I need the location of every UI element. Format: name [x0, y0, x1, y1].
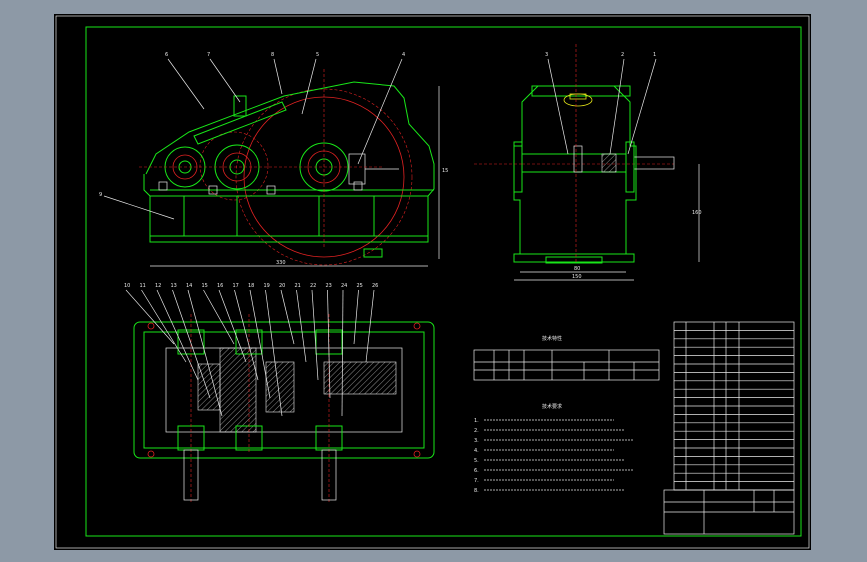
title-block: [663, 489, 795, 535]
side-view: 80 150 160 3 2 1: [474, 44, 702, 281]
outer-border: [55, 15, 810, 549]
front-label-8: 8: [271, 52, 274, 58]
tech-req-number: 5.: [474, 458, 479, 464]
front-label-4: 4: [402, 52, 405, 58]
cad-window: 330 15 6 7 8 5 4 9 80 150 160 3 2 1 10 1…: [0, 0, 867, 562]
plan-leader: [280, 289, 295, 345]
side-label-2: 2: [621, 52, 624, 58]
front-dim-length: 330: [276, 260, 286, 266]
plan-label-25: 25: [357, 283, 363, 289]
plan-label-20: 20: [279, 283, 285, 289]
tech-req-number: 1.: [474, 418, 479, 424]
plan-leader: [365, 289, 375, 363]
plan-leader: [311, 289, 319, 381]
plan-leader: [353, 289, 359, 345]
tech-spec-table: 技术特性: [473, 335, 660, 381]
side-label-3: 3: [545, 52, 548, 58]
plan-label-18: 18: [248, 283, 254, 289]
plan-label-11: 11: [140, 283, 146, 289]
plan-view: 10 11 12 13 14 15 16 17 18 19 20 21 22 23 24 25 26: [124, 283, 435, 504]
front-view: 330 15 6 7 8 5 4 9: [99, 52, 448, 267]
plan-label-24: 24: [341, 283, 347, 289]
front-label-7: 7: [207, 52, 210, 58]
plan-label-13: 13: [171, 283, 177, 289]
assembly-drawing: 330 15 6 7 8 5 4 9 80 150 160 3 2 1 10 1…: [55, 15, 810, 549]
tech-req-number: 6.: [474, 468, 479, 474]
drawing-viewport[interactable]: 330 15 6 7 8 5 4 9 80 150 160 3 2 1 10 1…: [54, 14, 811, 550]
front-dim-height: 15: [442, 168, 448, 174]
plan-label-16: 16: [217, 283, 223, 289]
side-dim-base: 150: [572, 274, 582, 280]
inner-border: [85, 26, 802, 537]
front-label-5: 5: [316, 52, 319, 58]
plan-label-19: 19: [264, 283, 270, 289]
tech-req-title: 技术要求: [542, 403, 562, 410]
plan-label-15: 15: [202, 283, 208, 289]
plan-label-23: 23: [326, 283, 332, 289]
tech-requirements: 技术要求 1. 2. 3. 4. 5. 6. 7. 8.: [474, 403, 634, 494]
plan-label-17: 17: [233, 283, 239, 289]
side-dim-height: 160: [692, 210, 702, 216]
side-label-1: 1: [653, 52, 656, 58]
plan-label-10: 10: [124, 283, 130, 289]
tech-req-number: 7.: [474, 478, 479, 484]
tech-req-number: 2.: [474, 428, 479, 434]
plan-label-26: 26: [372, 283, 378, 289]
side-dim-width: 80: [574, 266, 580, 272]
plan-label-14: 14: [186, 283, 192, 289]
parts-list: [673, 321, 795, 491]
plan-leader: [296, 289, 307, 363]
tech-req-number: 3.: [474, 438, 479, 444]
front-label-9: 9: [99, 192, 102, 198]
tech-req-number: 4.: [474, 448, 479, 454]
plan-label-21: 21: [295, 283, 301, 289]
plan-label-22: 22: [310, 283, 316, 289]
plan-label-12: 12: [155, 283, 161, 289]
tech-spec-title: 技术特性: [542, 335, 562, 342]
tech-req-number: 8.: [474, 488, 479, 494]
front-label-6: 6: [165, 52, 168, 58]
plan-leader: [125, 289, 175, 345]
